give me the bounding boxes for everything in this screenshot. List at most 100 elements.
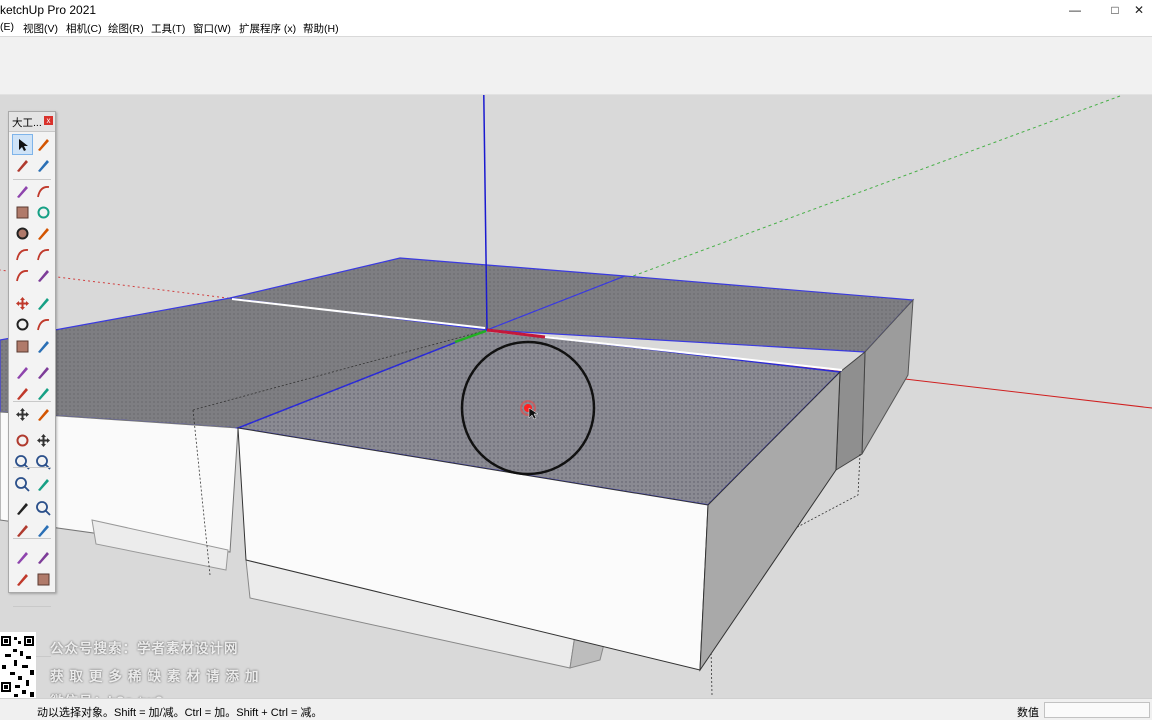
3d-text-icon (38, 409, 49, 421)
palette-separator (13, 538, 51, 539)
section-plane-icon (38, 525, 49, 537)
tool-pie-button[interactable] (34, 266, 53, 285)
tool-previous-view-button[interactable] (34, 475, 53, 494)
tool-zoom-button[interactable] (13, 453, 32, 472)
palette-titlebar[interactable]: 大工... x (9, 112, 55, 132)
menu-window[interactable]: 窗口(W) (193, 21, 231, 36)
walk-icon (17, 525, 28, 537)
menu-tools[interactable]: 工具(T) (151, 21, 185, 36)
model-viewport[interactable] (0, 95, 1152, 698)
tool-polygon-button[interactable] (34, 224, 53, 243)
title-bar: ketchUp Pro 2021 — □ ✕ (0, 0, 1152, 20)
select-icon (19, 139, 28, 151)
tool-paint-bucket-button[interactable] (13, 156, 32, 175)
tool-follow-me-button[interactable] (34, 315, 53, 334)
component-icon (38, 139, 49, 151)
tool-push-pull-button[interactable] (34, 294, 53, 313)
paint-bucket-icon (17, 160, 28, 172)
tool-two-point-arc-button[interactable] (34, 245, 53, 264)
tool-position-camera-button[interactable] (13, 499, 32, 518)
tape-measure-icon (17, 367, 28, 379)
menu-extensions[interactable]: 扩展程序 (x) (239, 21, 296, 36)
tool-orbit-button[interactable] (13, 431, 32, 450)
status-hint: 动以选择对象。Shift = 加/减。Ctrl = 加。Shift + Ctrl… (37, 707, 323, 719)
axes-icon (16, 408, 29, 421)
tool-stamp-button[interactable] (34, 570, 53, 589)
tool-select-button[interactable] (12, 134, 33, 155)
tool-pan-button[interactable] (34, 431, 53, 450)
menu-view[interactable]: 视图(V) (23, 21, 58, 36)
tool-circle-button[interactable] (13, 224, 32, 243)
freehand-icon (37, 186, 50, 198)
tool-freehand-button[interactable] (34, 182, 53, 201)
tool-move-button[interactable] (13, 294, 32, 313)
scene-drawing (0, 95, 1152, 696)
dimension-icon (38, 367, 49, 379)
tool-rotate-button[interactable] (13, 315, 32, 334)
tool-eraser-button[interactable] (34, 156, 53, 175)
palette-separator (13, 401, 51, 402)
previous-view-icon (38, 479, 49, 491)
tool-offset-button[interactable] (34, 337, 53, 356)
tool-zoom-extents-button[interactable] (13, 475, 32, 494)
palette-separator (13, 467, 51, 468)
toolbar-area (0, 37, 1152, 95)
scale-icon (16, 340, 29, 353)
pencil-line-icon (17, 186, 28, 198)
tool-rotated-rectangle-button[interactable] (34, 203, 53, 222)
palette-separator (13, 179, 51, 180)
pan-icon (37, 434, 50, 447)
rectangle-icon (16, 206, 29, 219)
window-title: ketchUp Pro 2021 (0, 3, 97, 17)
position-camera-icon (17, 503, 28, 515)
tool-look-around-button[interactable] (34, 499, 53, 518)
sandbox-from-scratch-icon (38, 552, 49, 564)
rotated-rectangle-icon (37, 206, 50, 219)
two-point-arc-icon (37, 249, 50, 261)
close-button[interactable]: ✕ (1124, 1, 1152, 19)
menu-help[interactable]: 帮助(H) (303, 21, 339, 36)
status-bar: 动以选择对象。Shift = 加/减。Ctrl = 加。Shift + Ctrl… (0, 698, 1152, 720)
measurements-label: 数值 (1017, 707, 1039, 719)
arc-icon (16, 249, 29, 261)
tool-sandbox-from-contours-button[interactable] (13, 548, 32, 567)
menu-edit[interactable]: (E) (0, 21, 14, 33)
orbit-icon (16, 434, 29, 447)
menu-bar: (E) 视图(V) 相机(C) 绘图(R) 工具(T) 窗口(W) 扩展程序 (… (0, 20, 1152, 37)
protractor-icon (17, 388, 28, 400)
watermark-line-1: 公众号搜索：学者素材设计网 (50, 641, 239, 656)
tool-tape-measure-button[interactable] (13, 363, 32, 382)
minimize-button[interactable]: — (1060, 1, 1090, 19)
tool-3d-text-button[interactable] (34, 405, 53, 424)
tool-pencil-line-button[interactable] (13, 182, 32, 201)
tool-three-point-arc-button[interactable] (13, 266, 32, 285)
palette-separator (13, 606, 51, 607)
tool-arc-button[interactable] (13, 245, 32, 264)
tool-component-button[interactable] (34, 135, 53, 154)
pie-icon (38, 270, 49, 282)
stamp-icon (37, 573, 50, 586)
tool-scale-button[interactable] (13, 337, 32, 356)
watermark-line-2: 获取更多稀缺素材请添加 (50, 669, 265, 684)
measurements-box[interactable] (1044, 702, 1150, 718)
menu-draw[interactable]: 绘图(R) (108, 21, 144, 36)
smoove-icon (17, 574, 28, 586)
move-icon (16, 297, 29, 310)
palette-close-button[interactable]: x (44, 116, 53, 125)
menu-camera[interactable]: 相机(C) (66, 21, 102, 36)
text-icon (38, 388, 49, 400)
tool-axes-button[interactable] (13, 405, 32, 424)
watermark-line-3: 微信号：k8s.tw2 (50, 690, 164, 698)
offset-icon (38, 341, 49, 353)
rotate-icon (16, 318, 29, 331)
follow-me-icon (37, 319, 50, 331)
tool-sandbox-from-scratch-button[interactable] (34, 548, 53, 567)
tool-smoove-button[interactable] (13, 570, 32, 589)
eraser-icon (38, 160, 49, 172)
look-around-icon (36, 501, 51, 516)
polygon-icon (38, 228, 49, 240)
tool-zoom-window-button[interactable] (34, 453, 53, 472)
palette-title: 大工... (12, 117, 42, 129)
tool-rectangle-button[interactable] (13, 203, 32, 222)
tool-dimension-button[interactable] (34, 363, 53, 382)
